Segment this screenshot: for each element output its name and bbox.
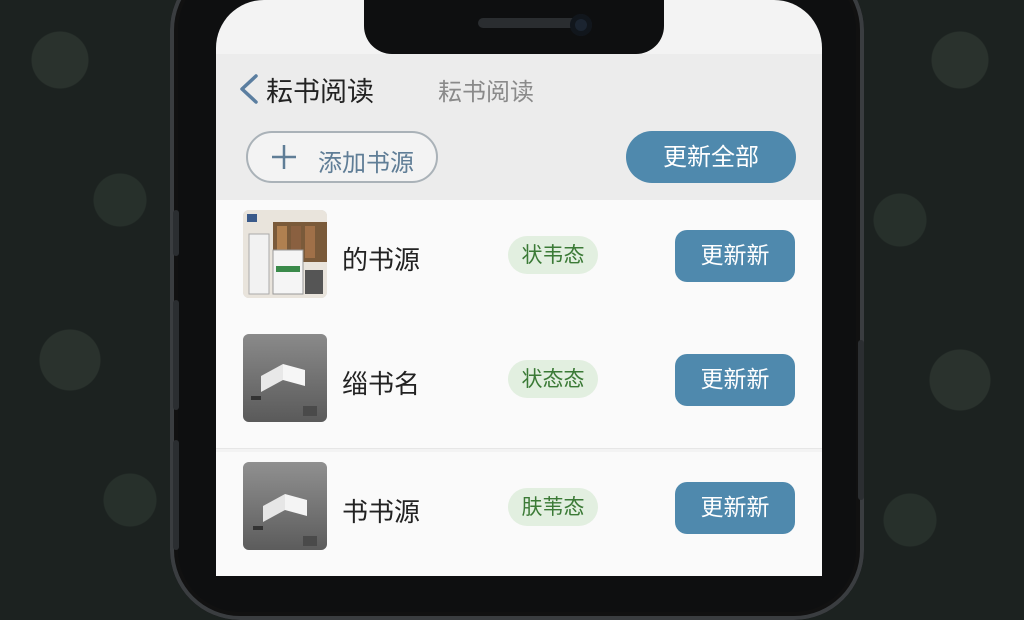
update-button[interactable]: 更新新 <box>675 354 795 406</box>
add-source-button[interactable]: 添加书源 <box>246 131 438 183</box>
phone-screen: 耘书阅读 耘书阅读 添加书源 更新全部 的书源 状韦态 更新新 缁书名 状态态 … <box>216 0 822 576</box>
speaker-grille <box>478 18 582 28</box>
status-badge: 肤苇态 <box>508 488 598 526</box>
mute-switch <box>173 440 179 550</box>
page-subtitle: 耘书阅读 <box>438 78 534 106</box>
front-camera <box>570 14 592 36</box>
list-item[interactable]: 的书源 状韦态 更新新 <box>216 200 822 325</box>
status-badge: 状态态 <box>508 360 598 398</box>
volume-up-button <box>173 210 179 256</box>
book-cover-image <box>243 462 327 550</box>
book-cover-thumbnail <box>243 210 327 298</box>
add-source-label: 添加书源 <box>318 149 414 177</box>
book-cover-image <box>243 210 327 298</box>
page-title: 耘书阅读 <box>266 77 374 108</box>
app-header: 耘书阅读 耘书阅读 添加书源 更新全部 <box>216 54 822 200</box>
book-cover-thumbnail <box>243 334 327 422</box>
list-item[interactable]: 缁书名 状态态 更新新 <box>216 324 822 449</box>
chevron-left-icon <box>240 74 258 104</box>
volume-down-button <box>173 300 179 410</box>
list-item[interactable]: 书书源 肤苇态 更新新 <box>216 452 822 576</box>
back-button[interactable] <box>236 72 264 106</box>
source-name: 书书源 <box>342 498 421 528</box>
book-cover-thumbnail <box>243 462 327 550</box>
source-name: 缁书名 <box>342 370 421 400</box>
update-all-button[interactable]: 更新全部 <box>626 131 796 183</box>
status-badge: 状韦态 <box>508 236 598 274</box>
book-cover-image <box>243 334 327 422</box>
source-name: 的书源 <box>342 246 421 276</box>
plus-icon <box>272 145 296 169</box>
update-button[interactable]: 更新新 <box>675 482 795 534</box>
power-button <box>858 340 864 500</box>
update-button[interactable]: 更新新 <box>675 230 795 282</box>
